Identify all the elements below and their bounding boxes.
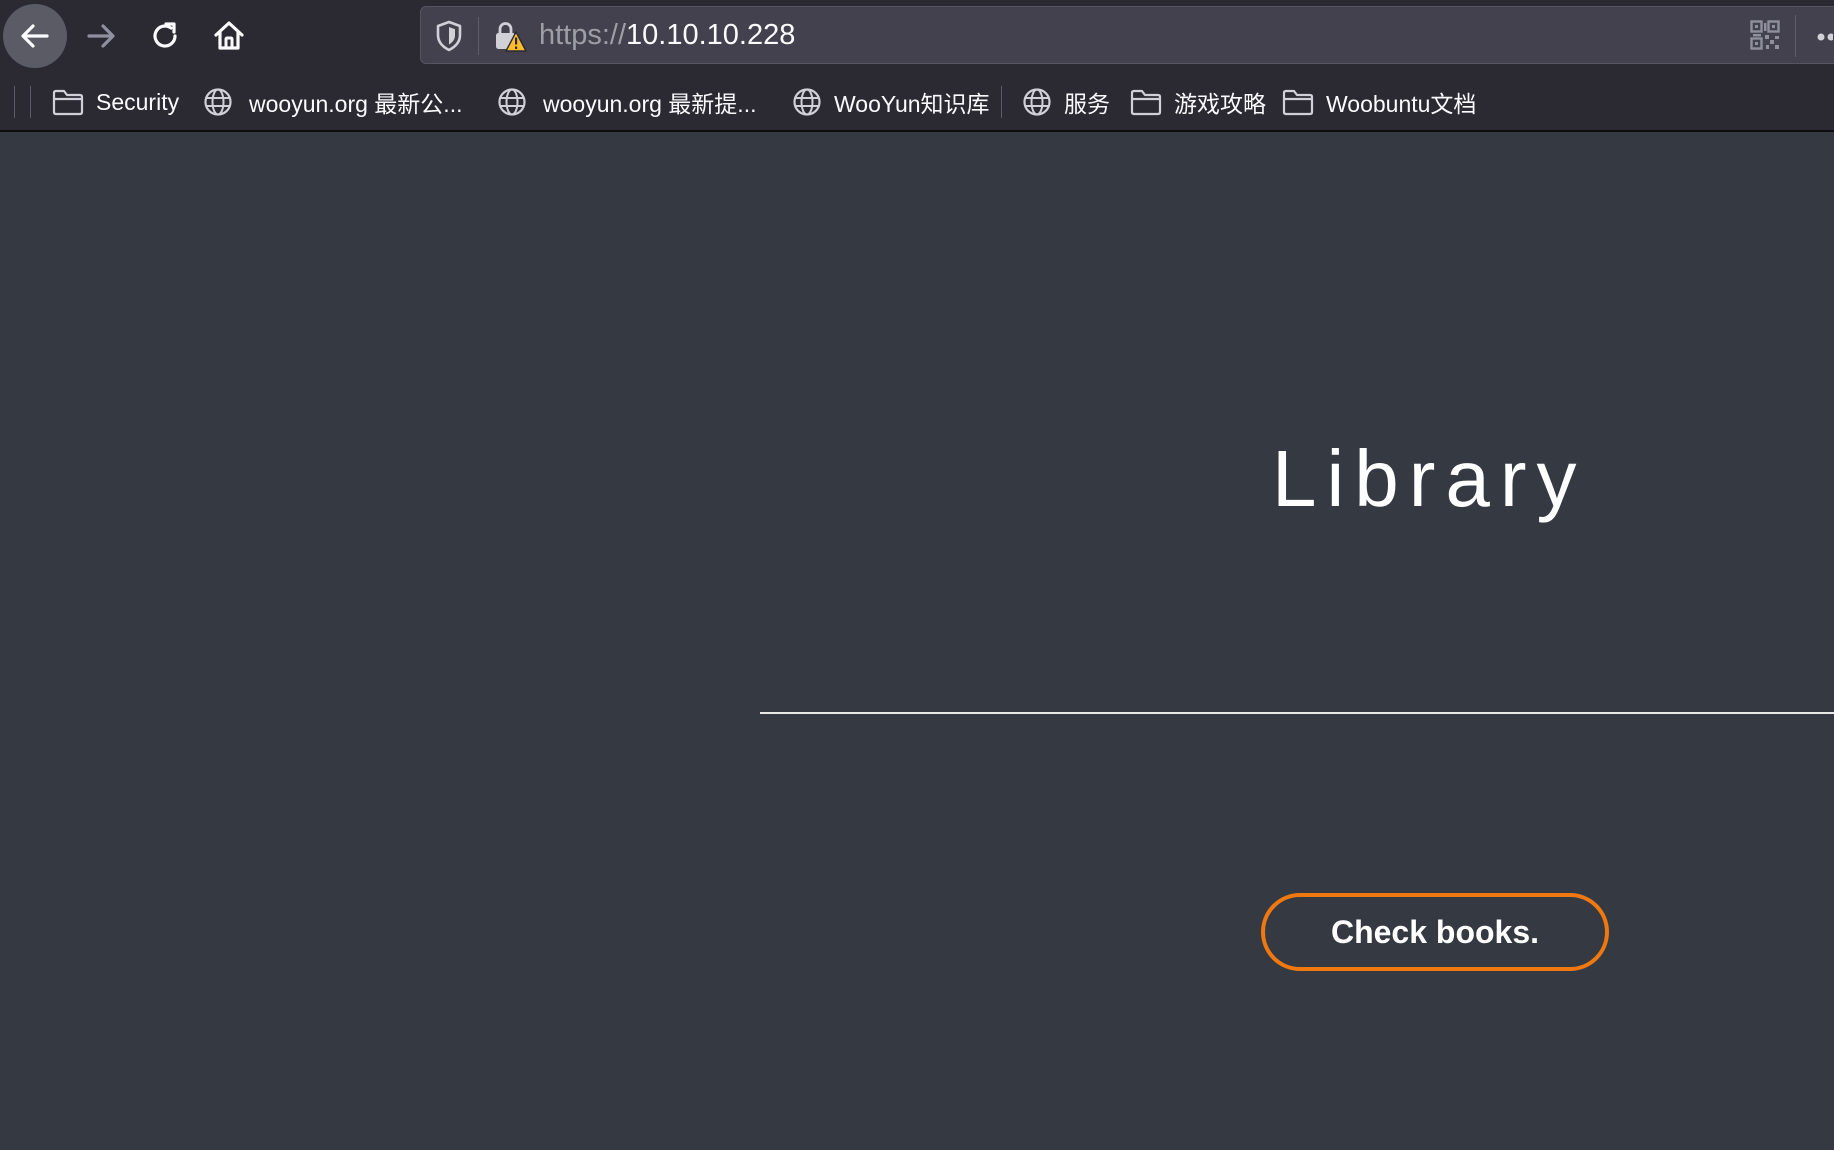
url-host: 10.10.10.228 xyxy=(626,19,796,51)
bookmarks-separator xyxy=(14,86,15,118)
globe-icon xyxy=(204,88,232,116)
bookmark-folder-security[interactable]: Security xyxy=(52,80,179,124)
qr-code-icon[interactable] xyxy=(1750,20,1780,50)
reload-button[interactable] xyxy=(133,4,197,68)
check-books-button[interactable]: Check books. xyxy=(1261,893,1609,971)
bookmarks-separator xyxy=(30,86,31,118)
bookmark-label: Security xyxy=(96,88,180,115)
bookmark-label: WooYun知识库 xyxy=(834,91,990,117)
bookmarks-toolbar: Security wooyun.org 最新公... wooyun.org 最新… xyxy=(0,72,1834,132)
folder-icon xyxy=(52,89,84,116)
bookmark-folder-game-guides[interactable]: 游戏攻略 xyxy=(1130,80,1266,124)
navigation-toolbar: https://10.10.10.228 xyxy=(0,0,1834,72)
bookmark-label: 服务 xyxy=(1064,91,1110,117)
home-button[interactable] xyxy=(197,4,261,68)
home-icon xyxy=(214,21,244,50)
bookmark-wooyun-latest-submitted[interactable]: wooyun.org 最新提... xyxy=(497,80,756,124)
arrow-left-icon xyxy=(21,24,49,48)
url-text[interactable]: https://10.10.10.228 xyxy=(539,7,795,65)
bookmarks-separator xyxy=(1001,86,1002,118)
folder-icon xyxy=(1282,89,1314,116)
page-content: Library Check books. xyxy=(0,132,1834,1150)
browser-window: https://10.10.10.228 Security wooyun.org… xyxy=(0,0,1834,1150)
bookmark-label: wooyun.org 最新公... xyxy=(249,91,463,117)
bookmark-label: Woobuntu文档 xyxy=(1326,91,1477,117)
folder-icon xyxy=(1130,89,1162,116)
globe-icon xyxy=(793,88,821,116)
url-scheme: https:// xyxy=(539,19,627,51)
arrow-right-icon xyxy=(87,24,115,48)
page-actions-icon[interactable] xyxy=(1817,33,1833,41)
insecure-lock-icon[interactable] xyxy=(493,19,527,53)
address-bar[interactable]: https://10.10.10.228 xyxy=(420,6,1834,64)
bookmark-wooyun-knowledge-base[interactable]: WooYun知识库 xyxy=(792,80,990,124)
globe-icon xyxy=(498,88,526,116)
globe-icon xyxy=(1023,88,1051,116)
back-button[interactable] xyxy=(3,4,67,68)
forward-button[interactable] xyxy=(69,4,133,68)
divider xyxy=(760,712,1834,714)
bookmark-label: 游戏攻略 xyxy=(1174,91,1266,117)
bookmark-services[interactable]: 服务 xyxy=(1022,80,1110,124)
page-title: Library xyxy=(1272,434,1587,523)
urlbar-separator xyxy=(478,17,479,55)
bookmark-folder-woobuntu-docs[interactable]: Woobuntu文档 xyxy=(1282,80,1476,124)
reload-icon xyxy=(153,22,177,48)
bookmark-wooyun-latest-public[interactable]: wooyun.org 最新公... xyxy=(203,80,462,124)
shield-icon[interactable] xyxy=(435,20,463,52)
bookmark-label: wooyun.org 最新提... xyxy=(543,91,757,117)
urlbar-separator-right xyxy=(1795,15,1796,57)
